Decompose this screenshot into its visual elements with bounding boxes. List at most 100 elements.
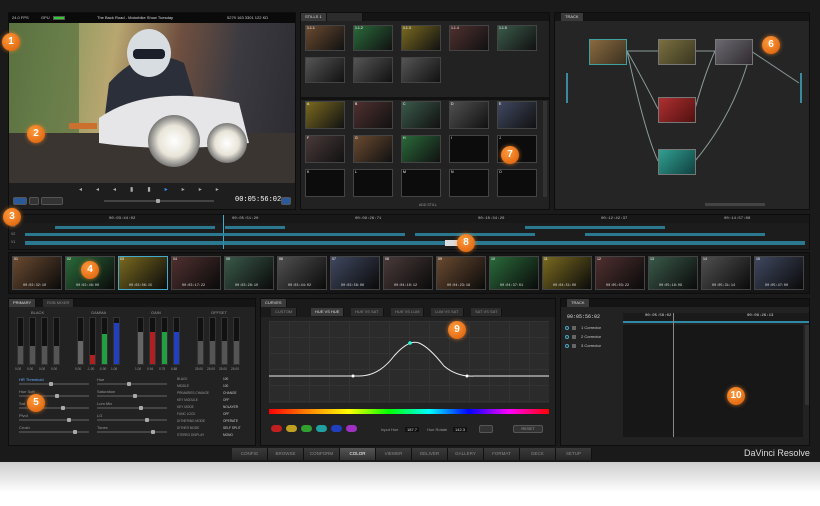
stop-icon[interactable]: ▮▮ bbox=[130, 187, 165, 193]
node-01[interactable] bbox=[589, 39, 627, 65]
gallery-grid-cell[interactable]: N bbox=[449, 169, 489, 197]
param-left-slider[interactable] bbox=[19, 382, 89, 386]
gallery-grid-cell[interactable]: E bbox=[497, 101, 537, 129]
gallery-still[interactable]: 1.1.3 bbox=[401, 25, 441, 51]
setting-value[interactable]: OPERATE bbox=[223, 419, 238, 423]
setting-value[interactable]: OFF bbox=[223, 398, 229, 402]
param-mid-handle[interactable] bbox=[151, 430, 155, 434]
node-02[interactable] bbox=[658, 39, 696, 65]
gallery-grid-cell[interactable]: C bbox=[401, 101, 441, 129]
row-lock-icon[interactable] bbox=[572, 335, 576, 339]
gallery-grid-cell[interactable]: K bbox=[305, 169, 345, 197]
level-bar[interactable] bbox=[113, 317, 120, 365]
clip-thumbnail[interactable]: 14 00:05:31:14 bbox=[701, 256, 751, 290]
curve-tab[interactable]: HUE VS SAT bbox=[351, 308, 384, 316]
keyframe-playhead[interactable] bbox=[673, 313, 674, 437]
nav-deck[interactable]: DECK bbox=[520, 448, 556, 460]
param-mid-handle[interactable] bbox=[145, 418, 149, 422]
param-mid-handle[interactable] bbox=[139, 406, 143, 410]
fast-forward-icon[interactable]: ▸▸ bbox=[199, 187, 233, 193]
row-lock-icon[interactable] bbox=[572, 344, 576, 348]
level-bar[interactable] bbox=[17, 317, 24, 365]
gallery-grid-cell[interactable]: H bbox=[401, 135, 441, 163]
clip-thumbnail[interactable]: 09 00:04:23:18 bbox=[436, 256, 486, 290]
input-hue-value[interactable]: 187.7 bbox=[405, 427, 420, 432]
scrub-handle[interactable] bbox=[156, 199, 160, 203]
clip-thumbnail[interactable]: 11 00:04:51:00 bbox=[542, 256, 592, 290]
primary-tab[interactable]: RGB MIXER bbox=[43, 299, 75, 307]
nav-format[interactable]: FORMAT bbox=[484, 448, 520, 460]
gallery-still[interactable]: 1.1.2 bbox=[353, 25, 393, 51]
level-bar[interactable] bbox=[29, 317, 36, 365]
param-left-handle[interactable] bbox=[55, 394, 59, 398]
param-mid-handle[interactable] bbox=[133, 394, 137, 398]
clip-thumbnail[interactable]: 13 00:05:18:09 bbox=[648, 256, 698, 290]
gallery-grid-cell[interactable]: M bbox=[401, 169, 441, 197]
clip-thumbnail[interactable]: 12 00:05:03:22 bbox=[595, 256, 645, 290]
viewer-image[interactable] bbox=[9, 23, 295, 183]
row-enable-icon[interactable] bbox=[565, 326, 569, 330]
hue-swatch[interactable] bbox=[316, 425, 327, 432]
rewind-icon[interactable]: ◂◂ bbox=[79, 187, 113, 193]
level-bar[interactable] bbox=[233, 317, 240, 365]
clip-thumbnail[interactable]: 04 00:03:17:22 bbox=[171, 256, 221, 290]
curve-tab[interactable]: HUE VS HUE bbox=[311, 308, 345, 316]
param-mid-slider[interactable] bbox=[97, 382, 167, 386]
hue-swatch[interactable] bbox=[346, 425, 357, 432]
row-enable-icon[interactable] bbox=[565, 335, 569, 339]
nav-gallery[interactable]: GALLERY bbox=[448, 448, 484, 460]
node-03[interactable] bbox=[715, 39, 753, 65]
gallery-grid-cell[interactable]: L bbox=[353, 169, 393, 197]
param-left-handle[interactable] bbox=[73, 430, 77, 434]
level-bar[interactable] bbox=[101, 317, 108, 365]
clip-thumbnail[interactable]: 06 00:03:44:02 bbox=[277, 256, 327, 290]
keyframe-scrollbar[interactable] bbox=[805, 325, 809, 405]
hue-rotate-value[interactable]: 142.3 bbox=[453, 427, 468, 432]
nav-deliver[interactable]: DELIVER bbox=[412, 448, 448, 460]
hue-swatch[interactable] bbox=[331, 425, 342, 432]
param-left-slider[interactable] bbox=[19, 430, 89, 434]
node-05[interactable] bbox=[658, 149, 696, 175]
level-bar[interactable] bbox=[197, 317, 204, 365]
tab-stills-2[interactable] bbox=[327, 13, 363, 21]
nav-config[interactable]: CONFIG bbox=[232, 448, 268, 460]
timeline-ruler[interactable]: 00:03:44:02 00:05:51:20 00:09:26:71 00:10:3… bbox=[9, 215, 809, 223]
level-bar[interactable] bbox=[137, 317, 144, 365]
param-mid-slider[interactable] bbox=[97, 406, 167, 410]
gallery-footer[interactable]: ADD STILL bbox=[419, 203, 437, 207]
param-mid-slider[interactable] bbox=[97, 418, 167, 422]
param-left-slider[interactable] bbox=[19, 418, 89, 422]
gallery-grid-cell[interactable]: A bbox=[305, 101, 345, 129]
level-bar[interactable] bbox=[209, 317, 216, 365]
param-mid-slider[interactable] bbox=[97, 430, 167, 434]
level-bar[interactable] bbox=[77, 317, 84, 365]
clip-thumbnail[interactable]: 15 00:05:47:00 bbox=[754, 256, 804, 290]
viewer-mode-button[interactable] bbox=[13, 197, 27, 205]
loop-button[interactable] bbox=[29, 197, 39, 205]
gallery-still[interactable] bbox=[305, 57, 345, 83]
gallery-grid-cell[interactable]: F bbox=[305, 135, 345, 163]
zoom-button[interactable] bbox=[41, 197, 63, 205]
level-bar[interactable] bbox=[173, 317, 180, 365]
clip-thumbnail[interactable]: 08 00:04:10:12 bbox=[383, 256, 433, 290]
next-frame-icon[interactable]: ▸ bbox=[182, 187, 199, 193]
nav-color[interactable]: COLOR bbox=[340, 448, 376, 460]
keyframe-area[interactable] bbox=[623, 325, 803, 437]
row-lock-icon[interactable] bbox=[572, 326, 576, 330]
setting-value[interactable]: SELF SPLIT bbox=[223, 426, 241, 430]
play-icon[interactable]: ▸ bbox=[165, 187, 182, 193]
param-left-handle[interactable] bbox=[67, 418, 71, 422]
curve-tab[interactable]: LUM VS SAT bbox=[431, 308, 464, 316]
setting-value[interactable]: OFF bbox=[223, 412, 229, 416]
setting-value[interactable]: 100 bbox=[223, 384, 228, 388]
gallery-grid-cell[interactable]: G bbox=[353, 135, 393, 163]
nav-conform[interactable]: CONFORM bbox=[304, 448, 340, 460]
curve-reset-button[interactable]: RESET bbox=[513, 425, 543, 433]
hue-swatch[interactable] bbox=[286, 425, 297, 432]
curve-tab[interactable]: HUE VS LUM bbox=[391, 308, 425, 316]
tab-keyframe-track[interactable]: TRACK bbox=[567, 299, 590, 307]
setting-value[interactable]: CHANGE bbox=[223, 391, 237, 395]
curve-tab[interactable]: CUSTOM bbox=[271, 308, 298, 316]
fullscreen-button[interactable] bbox=[281, 197, 291, 205]
param-mid-slider[interactable] bbox=[97, 394, 167, 398]
